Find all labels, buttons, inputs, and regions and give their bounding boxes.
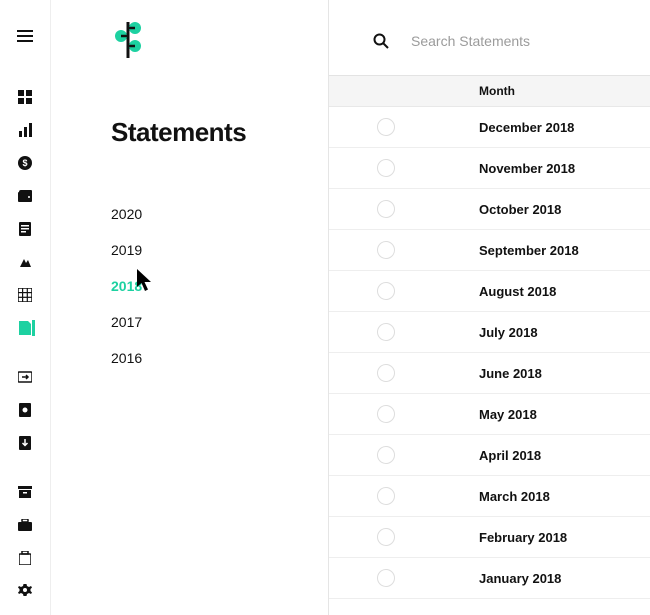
radio-icon[interactable]	[377, 569, 395, 587]
page-title: Statements	[51, 117, 328, 148]
archive-icon[interactable]	[17, 484, 33, 500]
row-label: April 2018	[479, 448, 541, 463]
row-label: January 2018	[479, 571, 561, 586]
year-list: 2020 2019 2018 2017 2016	[51, 196, 328, 376]
wallet-icon[interactable]	[17, 188, 33, 204]
receipt-icon[interactable]	[17, 221, 33, 237]
table-row[interactable]: February 2018	[329, 517, 650, 558]
table-row[interactable]: August 2018	[329, 271, 650, 312]
left-panel: Statements 2020 2019 2018 2017 2016	[51, 0, 329, 615]
table-row[interactable]: May 2018	[329, 394, 650, 435]
row-label: August 2018	[479, 284, 556, 299]
table-header-month: Month	[329, 75, 650, 107]
chart-icon[interactable]	[17, 122, 33, 138]
table-row[interactable]: July 2018	[329, 312, 650, 353]
row-label: March 2018	[479, 489, 550, 504]
briefcase-icon[interactable]	[17, 517, 33, 533]
table-row[interactable]: November 2018	[329, 148, 650, 189]
radio-icon[interactable]	[377, 446, 395, 464]
logo	[51, 20, 328, 65]
search-icon[interactable]	[373, 33, 389, 49]
transfer-icon[interactable]	[17, 369, 33, 385]
dashboard-icon[interactable]	[17, 89, 33, 105]
box-icon[interactable]	[17, 550, 33, 566]
main-content: Month December 2018 November 2018 Octobe…	[329, 0, 650, 615]
year-item-2019[interactable]: 2019	[111, 232, 328, 268]
icon-rail: $	[0, 0, 51, 615]
download-icon[interactable]	[17, 435, 33, 451]
active-indicator	[32, 320, 35, 336]
radio-icon[interactable]	[377, 528, 395, 546]
table-row[interactable]: September 2018	[329, 230, 650, 271]
year-item-2016[interactable]: 2016	[111, 340, 328, 376]
table-row[interactable]: January 2018	[329, 558, 650, 599]
statements-icon[interactable]	[17, 320, 33, 336]
radio-icon[interactable]	[377, 118, 395, 136]
year-item-2017[interactable]: 2017	[111, 304, 328, 340]
radio-icon[interactable]	[377, 159, 395, 177]
year-item-2018[interactable]: 2018	[111, 268, 328, 304]
row-label: September 2018	[479, 243, 579, 258]
row-label: May 2018	[479, 407, 537, 422]
radio-icon[interactable]	[377, 487, 395, 505]
table-row[interactable]: October 2018	[329, 189, 650, 230]
hamburger-menu-icon[interactable]	[17, 28, 33, 44]
radio-icon[interactable]	[377, 200, 395, 218]
table-row[interactable]: March 2018	[329, 476, 650, 517]
radio-icon[interactable]	[377, 364, 395, 382]
page-icon[interactable]	[17, 402, 33, 418]
gear-icon[interactable]	[17, 583, 33, 599]
row-label: June 2018	[479, 366, 542, 381]
grid-icon[interactable]	[17, 287, 33, 303]
radio-icon[interactable]	[377, 323, 395, 341]
row-label: November 2018	[479, 161, 575, 176]
table-row[interactable]: June 2018	[329, 353, 650, 394]
hand-icon[interactable]	[17, 254, 33, 270]
table-row[interactable]: April 2018	[329, 435, 650, 476]
money-icon[interactable]: $	[17, 155, 33, 171]
year-item-2020[interactable]: 2020	[111, 196, 328, 232]
radio-icon[interactable]	[377, 241, 395, 259]
row-label: July 2018	[479, 325, 538, 340]
row-label: October 2018	[479, 202, 561, 217]
radio-icon[interactable]	[377, 405, 395, 423]
radio-icon[interactable]	[377, 282, 395, 300]
search-input[interactable]	[411, 33, 611, 49]
search-bar	[329, 0, 650, 75]
svg-text:$: $	[22, 158, 27, 168]
row-label: December 2018	[479, 120, 574, 135]
statements-table: December 2018 November 2018 October 2018…	[329, 107, 650, 599]
table-row[interactable]: December 2018	[329, 107, 650, 148]
row-label: February 2018	[479, 530, 567, 545]
